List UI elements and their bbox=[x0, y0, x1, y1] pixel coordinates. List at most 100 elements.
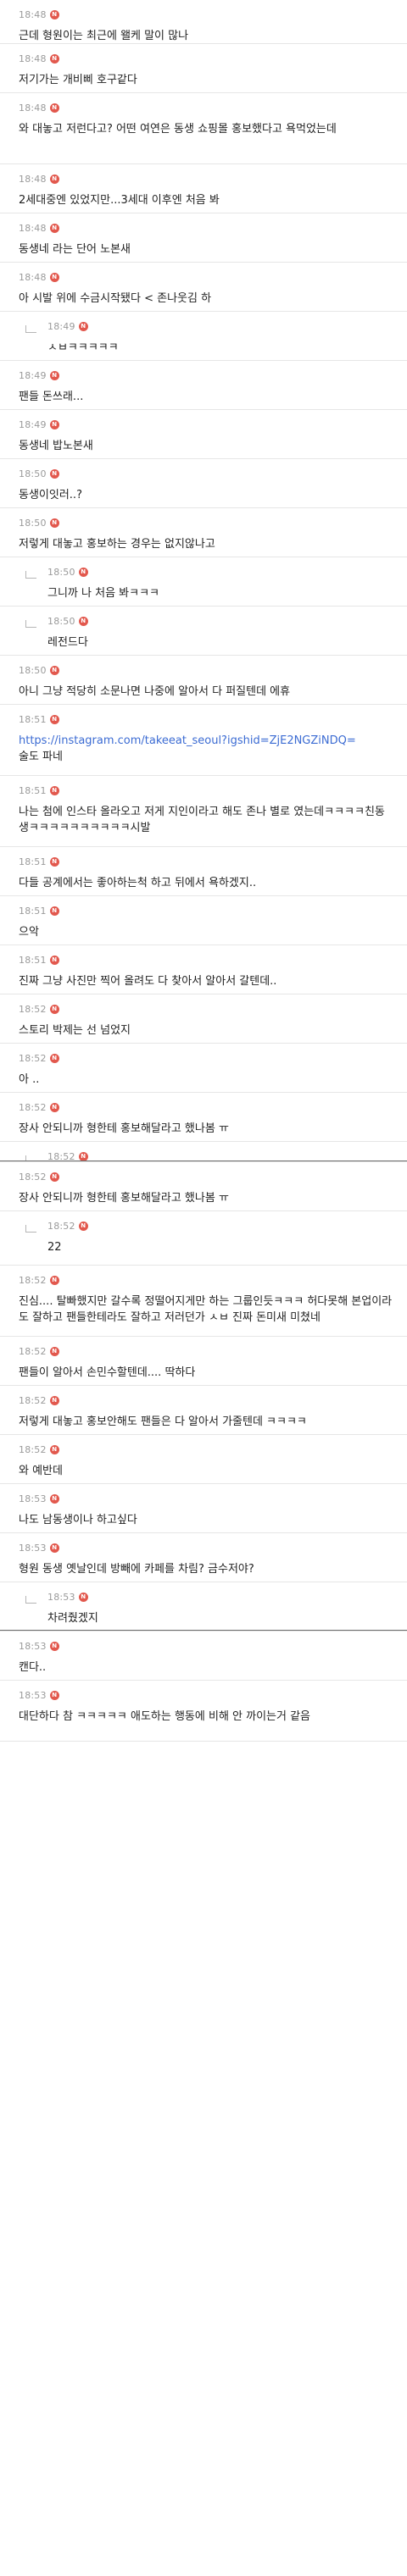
reply-arrow-icon bbox=[25, 571, 36, 579]
new-badge-icon: N bbox=[49, 1275, 59, 1285]
comment[interactable]: 18:50 N 저렇게 대놓고 홍보하는 경우는 없지않나고 bbox=[0, 508, 407, 557]
reply-comment[interactable]: 18:52 N 22 bbox=[0, 1211, 407, 1266]
reply-arrow-icon bbox=[25, 1596, 36, 1604]
new-badge-icon: N bbox=[49, 419, 59, 429]
comment-time: 18:52 bbox=[19, 1274, 47, 1286]
new-badge-icon: N bbox=[49, 518, 59, 528]
comment-meta: 18:48 N bbox=[19, 52, 393, 65]
comment[interactable]: 18:52 N 장사 안되니까 형한테 홍보해달라고 했나봄 ㅠ bbox=[0, 1162, 407, 1211]
new-badge-icon: N bbox=[78, 567, 88, 577]
new-badge-icon: N bbox=[49, 714, 59, 724]
comment-text: 아니 그냥 적당히 소문나면 나중에 알아서 다 퍼질텐데 에휴 bbox=[19, 685, 291, 698]
comment[interactable]: 18:53 N 캔다.. bbox=[0, 1631, 407, 1681]
comment[interactable]: 18:51 N 다들 공계에서는 좋아하는척 하고 뒤에서 욕하겠지.. bbox=[0, 847, 407, 896]
comment-time: 18:52 bbox=[19, 1003, 47, 1015]
comment-meta: 18:53 N bbox=[19, 1541, 393, 1554]
comment-time: 18:50 bbox=[19, 664, 47, 676]
comment[interactable]: 18:48 N 아 시발 위에 수금시작됐다 < 존나웃김 하 bbox=[0, 263, 407, 312]
comment-list: 18:48 N 근데 형원이는 최근에 왤케 말이 많나 18:48 N 저기가는 개비삐… bbox=[0, 0, 407, 1742]
comment[interactable]: 18:48 N 근데 형원이는 최근에 왤케 말이 많나 bbox=[0, 0, 407, 44]
comment[interactable]: 18:51 N 나는 첨에 인스타 올라오고 저게 지인이라고 해도 존나 별로 였… bbox=[0, 776, 407, 847]
comment[interactable]: 18:48 N 와 대놓고 저런다고? 어떤 여연은 동생 쇼핑몰 홍보했다고 욕먹… bbox=[0, 93, 407, 164]
comment-time: 18:48 bbox=[19, 102, 47, 114]
comment-time: 18:50 bbox=[19, 517, 47, 529]
comment-text: 와 대놓고 저런다고? 어떤 여연은 동생 쇼핑몰 홍보했다고 욕먹었는데 bbox=[19, 123, 337, 136]
comment-text: 진짜 그냥 사진만 찍어 올려도 다 찾아서 알아서 갈텐데.. bbox=[19, 975, 277, 988]
new-badge-icon: N bbox=[49, 468, 59, 479]
comment[interactable]: 18:50 N 동생이잇러..? bbox=[0, 459, 407, 508]
new-badge-icon: N bbox=[49, 223, 59, 233]
reply-comment[interactable]: 18:50 N 그니까 나 처음 봐ㅋㅋㅋ bbox=[0, 557, 407, 607]
comment[interactable]: 18:52 N 저렇게 대놓고 홍보안해도 팬들은 다 알아서 가줄텐데 ㅋㅋㅋㅋ bbox=[0, 1386, 407, 1435]
reply-comment[interactable]: 18:49 N ㅅㅂㅋㅋㅋㅋㅋ bbox=[0, 312, 407, 361]
new-badge-icon: N bbox=[49, 272, 59, 282]
comment[interactable]: 18:51 N https://instagram.com/takeeat_seou… bbox=[0, 705, 407, 776]
comment[interactable]: 18:48 N 저기가는 개비삐 호구같다 bbox=[0, 44, 407, 93]
comment[interactable]: 18:52 N 팬들이 알아서 손민수할텐데.... 딱하다 bbox=[0, 1337, 407, 1386]
new-badge-icon: N bbox=[49, 1053, 59, 1063]
comment-meta: 18:53 N bbox=[19, 1688, 393, 1702]
comment-text: 2세대중엔 있었지만...3세대 이후엔 처음 봐 bbox=[19, 194, 220, 207]
comment-meta: 18:52 N bbox=[19, 1273, 393, 1287]
new-badge-icon: N bbox=[49, 906, 59, 916]
comment-meta: 18:52 N bbox=[19, 1170, 393, 1183]
comment[interactable]: 18:52 N 와 예반데 bbox=[0, 1435, 407, 1484]
reply-comment[interactable]: 18:50 N 레전드다 bbox=[0, 607, 407, 656]
comment-meta: 18:48 N bbox=[19, 270, 393, 284]
comment[interactable]: 18:48 N 2세대중엔 있었지만...3세대 이후엔 처음 봐 bbox=[0, 164, 407, 213]
comment[interactable]: 18:51 N 으악 bbox=[0, 896, 407, 945]
comment-text: 진심.... 탈빠했지만 갈수록 정떨어지게만 하는 그룹인듯ㅋㅋㅋ 허다못해 … bbox=[19, 1295, 393, 1324]
comment-text: 캔다.. bbox=[19, 1661, 47, 1674]
comment-meta: 18:50 N bbox=[47, 565, 393, 579]
comment-text: 다들 공계에서는 좋아하는척 하고 뒤에서 욕하겠지.. bbox=[19, 877, 257, 889]
comment-meta: 18:52 N bbox=[19, 1393, 393, 1407]
comment[interactable]: 18:51 N 진짜 그냥 사진만 찍어 올려도 다 찾아서 알아서 갈텐데.. bbox=[0, 945, 407, 994]
comment[interactable]: 18:53 N 형원 동생 옛날인데 방빼에 카페를 차림? 금수저야? bbox=[0, 1533, 407, 1582]
comment-text: https://instagram.com/takeeat_seoul?igsh… bbox=[19, 733, 393, 765]
new-badge-icon: N bbox=[49, 1444, 59, 1454]
comment-time: 18:53 bbox=[19, 1493, 47, 1504]
comment-meta: 18:50 N bbox=[19, 516, 393, 529]
comment[interactable]: 18:52 N 장사 안되니까 형한테 홍보해달라고 했나봄 ㅠ bbox=[0, 1093, 407, 1142]
new-badge-icon: N bbox=[78, 1151, 88, 1161]
comment-time: 18:52 bbox=[19, 1443, 47, 1455]
comment-meta: 18:49 N bbox=[19, 418, 393, 431]
comment-time: 18:48 bbox=[19, 8, 47, 20]
comment[interactable]: 18:52 N 아 .. bbox=[0, 1044, 407, 1093]
comment[interactable]: 18:49 N 동생네 밥노본새 bbox=[0, 410, 407, 459]
comment[interactable]: 18:49 N 팬들 돈쓰래... bbox=[0, 361, 407, 410]
comment-meta: 18:51 N bbox=[19, 904, 393, 917]
comment[interactable]: 18:52 N 진심.... 탈빠했지만 갈수록 정떨어지게만 하는 그룹인듯ㅋㅋㅋ… bbox=[0, 1266, 407, 1337]
comment-link[interactable]: https://instagram.com/takeeat_seoul?igsh… bbox=[19, 734, 356, 747]
comment-time: 18:53 bbox=[19, 1542, 47, 1554]
comment-time: 18:49 bbox=[19, 418, 47, 430]
comment-meta: 18:52 N bbox=[19, 1344, 393, 1358]
comment-text: 장사 안되니까 형한테 홍보해달라고 했나봄 ㅠ bbox=[19, 1122, 229, 1135]
new-badge-icon: N bbox=[49, 1102, 59, 1112]
comment-text: 와 예반데 bbox=[19, 1465, 63, 1477]
comment-text: 동생이잇러..? bbox=[19, 489, 82, 501]
new-badge-icon: N bbox=[49, 1172, 59, 1182]
comment-meta: 18:50 N bbox=[19, 663, 393, 677]
comment[interactable]: 18:48 N 동생네 라는 단어 노본새 bbox=[0, 213, 407, 263]
comment-meta: 18:51 N bbox=[19, 712, 393, 726]
new-badge-icon: N bbox=[49, 785, 59, 795]
comment-time: 18:51 bbox=[19, 856, 47, 867]
comment-time: 18:52 bbox=[47, 1220, 75, 1232]
comment-meta: 18:48 N bbox=[19, 221, 393, 235]
comment-text: 저기가는 개비삐 호구같다 bbox=[19, 74, 137, 86]
comment[interactable]: 18:50 N 아니 그냥 적당히 소문나면 나중에 알아서 다 퍼질텐데 에휴 bbox=[0, 656, 407, 705]
comment-time: 18:48 bbox=[19, 222, 47, 234]
comment[interactable]: 18:53 N 대단하다 참 ㅋㅋㅋㅋㅋ 애도하는 행동에 비해 안 까이는거 같음 bbox=[0, 1681, 407, 1742]
comment[interactable]: 18:53 N 나도 남동생이나 하고싶다 bbox=[0, 1484, 407, 1533]
comment[interactable]: 18:52 N 스토리 박제는 선 넘었지 bbox=[0, 994, 407, 1044]
comment-text: 팬들 돈쓰래... bbox=[19, 391, 84, 403]
reply-comment[interactable]: 18:53 N 차려줬겠지 bbox=[0, 1582, 407, 1631]
comment-meta: 18:53 N bbox=[19, 1492, 393, 1505]
comment-meta: 18:49 N bbox=[47, 319, 393, 333]
comment-text: 팬들이 알아서 손민수할텐데.... 딱하다 bbox=[19, 1366, 196, 1379]
comment-meta: 18:50 N bbox=[47, 614, 393, 628]
comment-text-after-link: 술도 파네 bbox=[19, 751, 63, 763]
reply-comment[interactable]: 18:52 N bbox=[0, 1142, 407, 1162]
reply-arrow-icon bbox=[25, 620, 36, 628]
